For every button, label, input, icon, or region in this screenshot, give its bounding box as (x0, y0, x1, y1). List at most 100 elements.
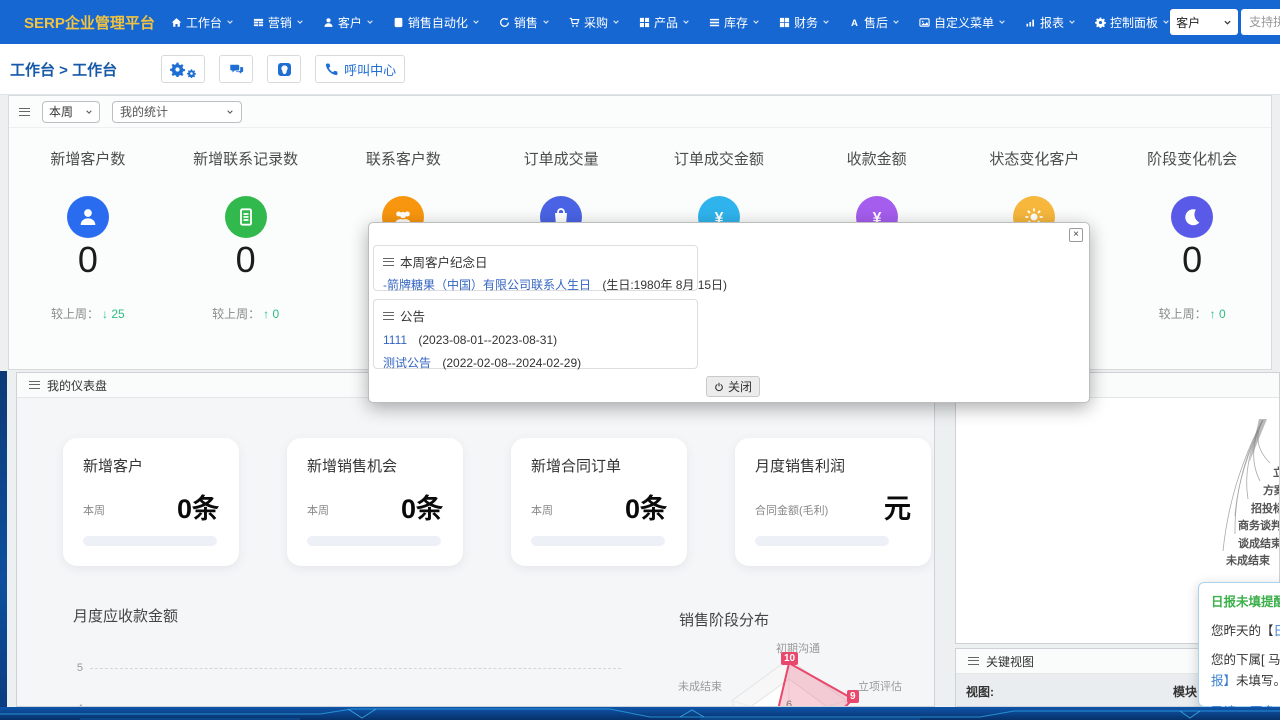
nav-item-icon (779, 17, 790, 28)
announcement-title: 公告 (400, 306, 425, 325)
announcement-link[interactable]: 测试公告 (383, 356, 431, 370)
browser-page: SERP企业管理平台 工作台 营销 (0, 0, 1280, 707)
stat-value: 0 (167, 242, 325, 278)
radar-plot: 初期沟通 未成结束 立项评估 10 9 6 (659, 629, 935, 707)
close-button[interactable]: 关闭 (706, 376, 760, 397)
search-box (1241, 9, 1280, 35)
nav-item[interactable]: 客户 (323, 14, 374, 31)
kpi-title: 月度销售利润 (755, 455, 911, 476)
chevron-down-icon (366, 18, 374, 26)
nav-item-label: 售后 (864, 14, 888, 31)
stat-card: 阶段变化机会 0 较上周：↑ 0 (1113, 148, 1271, 322)
chat-icon (229, 62, 244, 77)
nav-item-icon (569, 17, 580, 28)
nav-item[interactable]: 自定义菜单 (919, 14, 1006, 31)
stat-icon (236, 207, 256, 227)
nav-item[interactable]: 售后 (849, 14, 900, 31)
nav-item-icon (1095, 17, 1106, 28)
nav-item-label: 销售自动化 (408, 14, 468, 31)
nav-item-icon (1025, 17, 1036, 28)
nav-item[interactable]: 工作台 (171, 14, 234, 31)
anniversary-title: 本周客户纪念日 (400, 252, 488, 271)
radar-value-badge: 10 (781, 652, 798, 665)
funnel-stage-label: 谈成结束 (1238, 535, 1280, 551)
chevron-down-icon (85, 108, 93, 116)
search-input[interactable] (1247, 14, 1280, 30)
nav-item[interactable]: 库存 (709, 14, 760, 31)
announcement-link[interactable]: 1111 (383, 333, 407, 347)
radar-value-label: 6 (786, 699, 792, 707)
nav-item[interactable]: 采购 (569, 14, 620, 31)
reminder-line1-text: 您昨天的【 (1211, 624, 1274, 638)
stat-delta-prefix: 较上周： (1159, 307, 1207, 321)
nav-item[interactable]: 营销 (253, 14, 304, 31)
scope-select[interactable]: 我的统计 (112, 101, 242, 123)
list-icon[interactable] (19, 108, 30, 116)
reminder-line3-text: 未填写。 (1236, 674, 1280, 688)
stat-title: 收款金额 (798, 148, 956, 169)
anniversary-entry: -箭牌糖果（中国）有限公司联系人生日 (生日:1980年 8月 15日) (374, 274, 697, 295)
chevron-down-icon (296, 18, 304, 26)
nav-item-label: 销售 (514, 14, 538, 31)
settings-button[interactable] (161, 55, 205, 83)
announcement-row: 1111 (2023-08-01--2023-08-31) (374, 328, 697, 349)
funnel-stage-label: 招投标 (1251, 500, 1280, 516)
y-tick: 5 (73, 662, 83, 674)
nav-item[interactable]: 销售自动化 (393, 14, 480, 31)
chevron-down-icon (682, 18, 690, 26)
kpi-progress-bar (755, 536, 889, 546)
nav-item-label: 控制面板 (1110, 14, 1158, 31)
chevron-down-icon (752, 18, 760, 26)
list-icon (968, 657, 979, 665)
stat-delta-value: ↓ 25 (102, 307, 125, 321)
reminder-line1: 您昨天的【日 (1211, 620, 1280, 639)
funnel-stage-label: 未成结束 (1226, 552, 1270, 568)
stat-icon (78, 207, 98, 227)
stat-delta: 较上周：↑ 0 (1113, 305, 1271, 322)
kpi-label: 合同金额(毛利) (755, 502, 828, 523)
announcement-box: 公告 1111 (2023-08-01--2023-08-31) 测试公告 (373, 299, 698, 369)
chat-button[interactable] (219, 55, 253, 83)
nav-item[interactable]: 财务 (779, 14, 830, 31)
code-button[interactable] (267, 55, 301, 83)
stat-delta: 较上周：↓ 25 (9, 305, 167, 322)
period-value: 本周 (49, 103, 73, 120)
scope-value: 我的统计 (120, 103, 168, 120)
funnel-stage-label: 立项评估 (1273, 464, 1280, 480)
chevron-down-icon (472, 18, 480, 26)
anniversary-link[interactable]: -箭牌糖果（中国）有限公司联系人生日 (383, 278, 591, 292)
close-icon[interactable]: × (1069, 228, 1083, 242)
call-center-button[interactable]: 呼叫中心 (315, 55, 405, 83)
stat-delta-value: ↑ 0 (1210, 307, 1226, 321)
nav-item[interactable]: 产品 (639, 14, 690, 31)
reminder-report-link[interactable]: 报】 (1211, 674, 1236, 688)
search-category-select[interactable]: 客户 (1170, 9, 1238, 35)
chevron-down-icon (822, 18, 830, 26)
funnel-stage-label: 方案制定 (1263, 482, 1280, 498)
chevron-down-icon (892, 18, 900, 26)
nav-item[interactable]: 报表 (1025, 14, 1076, 31)
app-brand[interactable]: SERP企业管理平台 (24, 12, 155, 33)
kpi-label: 本周 (531, 502, 553, 523)
announcement-list: 1111 (2023-08-01--2023-08-31) 测试公告 (2022… (374, 328, 697, 373)
close-button-label: 关闭 (728, 378, 752, 395)
kpi-title: 新增合同订单 (531, 455, 667, 476)
page-content: 本周 我的统计 新增客户数 (0, 95, 1280, 707)
daily-report-reminder-popup: 日报未填提醒 2 您昨天的【日 您的下属[ 马大 报】未填写。 已读 更多... (1198, 582, 1280, 707)
search-category-value: 客户 (1176, 14, 1200, 31)
stat-icon-circle (1171, 196, 1213, 238)
power-icon (714, 382, 724, 392)
list-icon (29, 381, 40, 389)
nav-item-label: 财务 (794, 14, 818, 31)
breadcrumb: 工作台 > 工作台 (10, 59, 117, 80)
nav-item-label: 报表 (1040, 14, 1064, 31)
funnel-stage-label: 商务谈判 (1238, 517, 1280, 533)
nav-item-icon (171, 17, 182, 28)
reminder-report-link[interactable]: 日 (1274, 624, 1280, 638)
nav-item-icon (253, 17, 264, 28)
nav-item[interactable]: 控制面板 (1095, 14, 1170, 31)
anniversary-box: 本周客户纪念日 -箭牌糖果（中国）有限公司联系人生日 (生日:1980年 8月 … (373, 245, 698, 291)
nav-item[interactable]: 销售 (499, 14, 550, 31)
period-select[interactable]: 本周 (42, 101, 100, 123)
chevron-down-icon (226, 108, 234, 116)
